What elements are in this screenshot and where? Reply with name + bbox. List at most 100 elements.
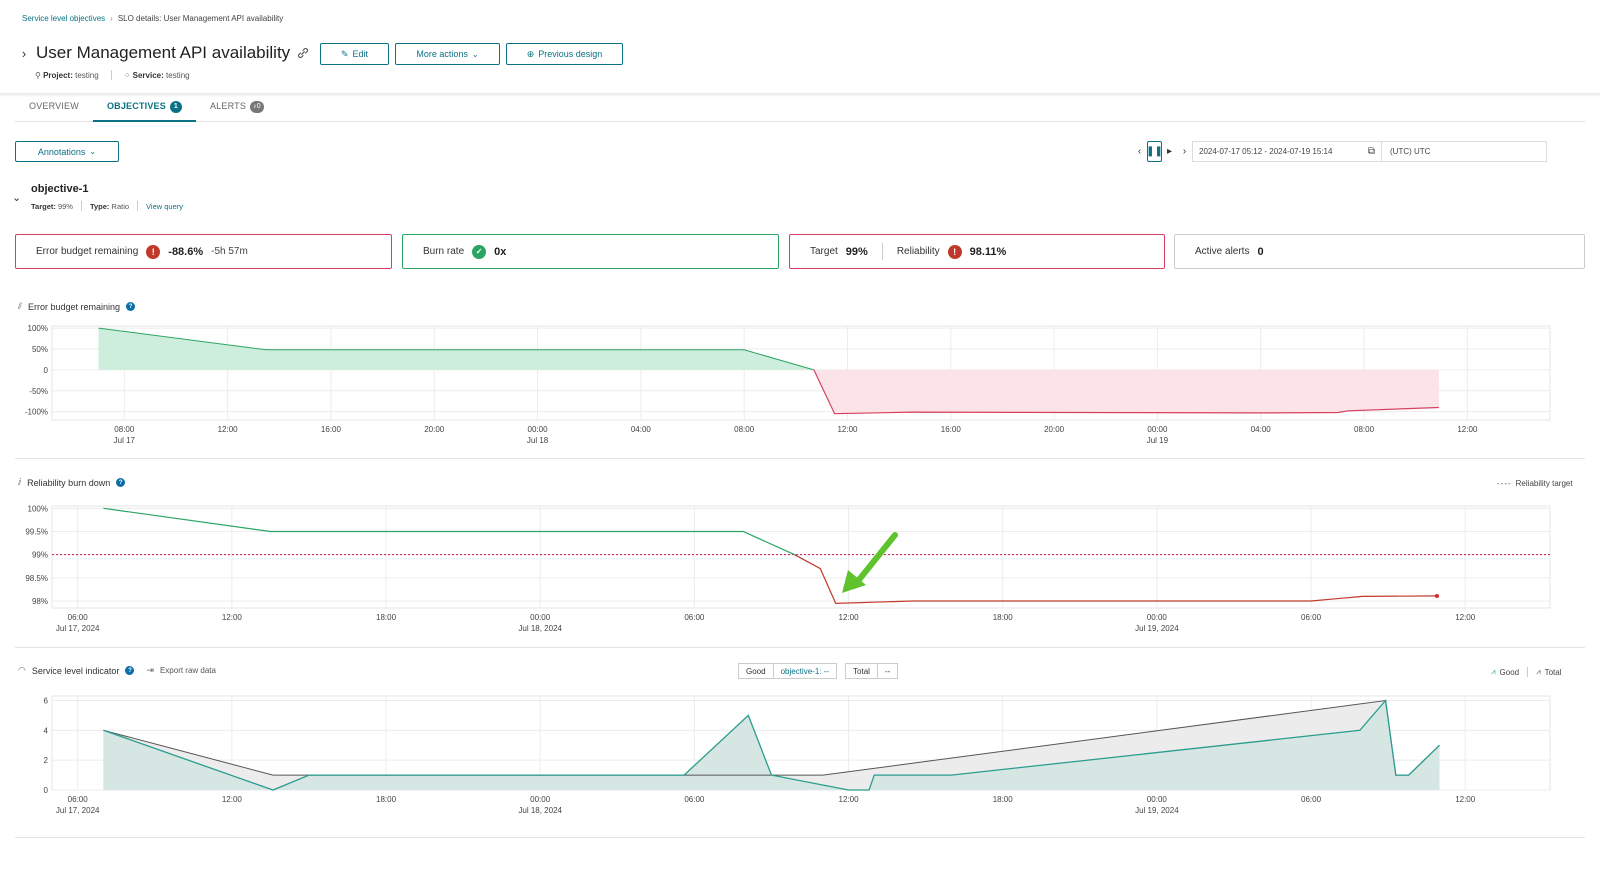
breadcrumb-current: SLO details: User Management API availab… [117, 14, 284, 23]
time-range-picker[interactable]: 2024-07-17 05:12 - 2024-07-19 15:14 ⧉ [1192, 141, 1382, 162]
breadcrumb-root-link[interactable]: Service level objectives [22, 14, 105, 23]
y-tick-label: 98% [32, 597, 48, 606]
tab-alerts[interactable]: ALERTS ♪0 [196, 96, 278, 122]
x-tick-date-label: Jul 19 [1147, 436, 1169, 445]
service-key: Service: [132, 70, 164, 80]
x-tick-label: 00:00 [528, 425, 549, 434]
good-series-icon[interactable]: ⩘ [1491, 667, 1496, 677]
annotations-button[interactable]: Annotations ⌄ [15, 141, 119, 162]
x-tick-label: 12:00 [1457, 425, 1478, 434]
export-raw-data-button[interactable]: Export raw data [160, 666, 216, 675]
annotation-arrow-icon [842, 532, 898, 593]
tab-overview-label: OVERVIEW [29, 101, 79, 111]
x-tick-label: 20:00 [1044, 425, 1065, 434]
previous-range-icon[interactable]: ‹ [1132, 141, 1147, 162]
x-tick-label: 08:00 [114, 425, 135, 434]
breadcrumb: Service level objectives › SLO details: Us… [22, 14, 283, 23]
chevron-down-icon: ⌄ [471, 49, 479, 59]
x-tick-label: 12:00 [1455, 613, 1476, 622]
error-budget-value: -88.6% [168, 245, 204, 258]
x-tick-label: 06:00 [68, 795, 89, 804]
copy-icon[interactable]: ⧉ [1368, 146, 1375, 157]
good-label: Good [738, 663, 774, 679]
total-select[interactable]: -- [877, 663, 899, 679]
y-tick-label: 98.5% [25, 574, 48, 583]
error-icon: ! [947, 244, 962, 259]
x-tick-label: 00:00 [1147, 795, 1168, 804]
x-tick-label: 06:00 [1301, 795, 1322, 804]
objective-type-value: Ratio [111, 201, 130, 211]
info-icon[interactable]: ? [116, 478, 126, 487]
y-tick-label: 50% [32, 345, 48, 354]
pencil-icon: ✎ [340, 48, 349, 59]
y-tick-label: 6 [44, 696, 49, 705]
timezone-value: (UTC) UTC [1390, 147, 1431, 156]
x-tick-label: 12:00 [837, 425, 858, 434]
objective-target-key: Target: [31, 201, 56, 211]
y-tick-label: 2 [44, 756, 49, 765]
meta-divider [80, 201, 82, 211]
previous-design-button[interactable]: ⊕ Previous design [506, 43, 623, 65]
more-actions-button[interactable]: More actions ⌄ [395, 43, 500, 65]
objective-collapse-icon[interactable]: ⌄ [12, 191, 21, 204]
x-tick-label: 18:00 [376, 795, 397, 804]
gauge-icon: ◠ [18, 665, 26, 675]
reliability-label: Reliability [896, 246, 940, 257]
timezone-select[interactable]: (UTC) UTC [1382, 141, 1547, 162]
objective-type: Type: Ratio [90, 202, 129, 211]
burn-rate-value: 0x [494, 245, 507, 258]
annotations-label: Annotations [37, 146, 86, 157]
meta-divider [137, 201, 139, 211]
x-tick-label: 04:00 [631, 425, 652, 434]
objective-name: objective-1 [31, 183, 89, 195]
target-reliability-card: Target 99% Reliability ! 98.11% [789, 234, 1165, 269]
error-budget-card: Error budget remaining ! -88.6% -5h 57m [15, 234, 392, 269]
legend-good-label[interactable]: Good [1500, 668, 1520, 677]
reliability-value: 98.11% [969, 245, 1007, 258]
target-label: Target [810, 246, 838, 257]
service-value: testing [166, 70, 190, 80]
area-chart-icon: ⫽ [18, 301, 23, 311]
x-tick-label: 16:00 [321, 425, 342, 434]
export-icon[interactable]: ⇥ [146, 665, 154, 676]
y-tick-label: 4 [44, 726, 49, 735]
info-icon[interactable]: ? [125, 666, 135, 675]
active-alerts-card: Active alerts 0 [1174, 234, 1585, 269]
next-range-icon[interactable]: › [1177, 141, 1192, 162]
sli-series-selector: Good objective-1: -- Total -- [738, 663, 899, 679]
tab-objectives[interactable]: OBJECTIVES 1 [92, 96, 196, 122]
tab-bar: OVERVIEW OBJECTIVES 1 ALERTS ♪0 [15, 96, 1585, 122]
error-budget-time: -5h 57m [211, 246, 248, 257]
tab-overview[interactable]: OVERVIEW [15, 96, 93, 122]
edit-button[interactable]: ✎ Edit [320, 43, 389, 65]
x-tick-label: 08:00 [1354, 425, 1375, 434]
pause-icon[interactable]: ❚❚ [1146, 141, 1163, 162]
section-divider [15, 647, 1585, 648]
expand-chevron-icon[interactable]: › [18, 46, 30, 61]
reliability-target-legend: ---- Reliability target [1497, 479, 1573, 488]
legend-total-label[interactable]: Total [1545, 668, 1562, 677]
error-budget-title: Error budget remaining [28, 301, 121, 312]
page-title: User Management API availability [36, 43, 291, 62]
x-tick-date-label: Jul 17 [114, 436, 136, 445]
x-tick-label: 12:00 [222, 613, 243, 622]
reliability-target-legend-label: Reliability target [1515, 479, 1573, 488]
sli-section-title: ◠ Service level indicator ? ⇥ Export raw… [18, 665, 216, 676]
x-tick-label: 06:00 [68, 613, 89, 622]
y-tick-label: 99% [32, 551, 48, 560]
play-icon[interactable]: ▸ [1162, 141, 1177, 162]
total-label: Total [845, 663, 878, 679]
link-icon[interactable] [296, 46, 310, 60]
project-key: Project: [43, 70, 73, 80]
good-select[interactable]: objective-1: -- [773, 663, 838, 679]
more-actions-label: More actions [416, 49, 468, 59]
total-series-icon[interactable]: ⩘ [1536, 667, 1541, 677]
view-query-link[interactable]: View query [146, 202, 183, 211]
info-icon[interactable]: ? [126, 302, 136, 311]
slo-meta: ⚲ Project: testing ⁘ Service: testing [35, 70, 190, 80]
time-controls: ‹ ❚❚ ▸ › 2024-07-17 05:12 - 2024-07-19 1… [1132, 141, 1547, 162]
burn-down-title: Reliability burn down [27, 477, 111, 488]
x-tick-label: 00:00 [1147, 425, 1168, 434]
card-divider [881, 243, 883, 260]
x-tick-label: 00:00 [530, 795, 551, 804]
